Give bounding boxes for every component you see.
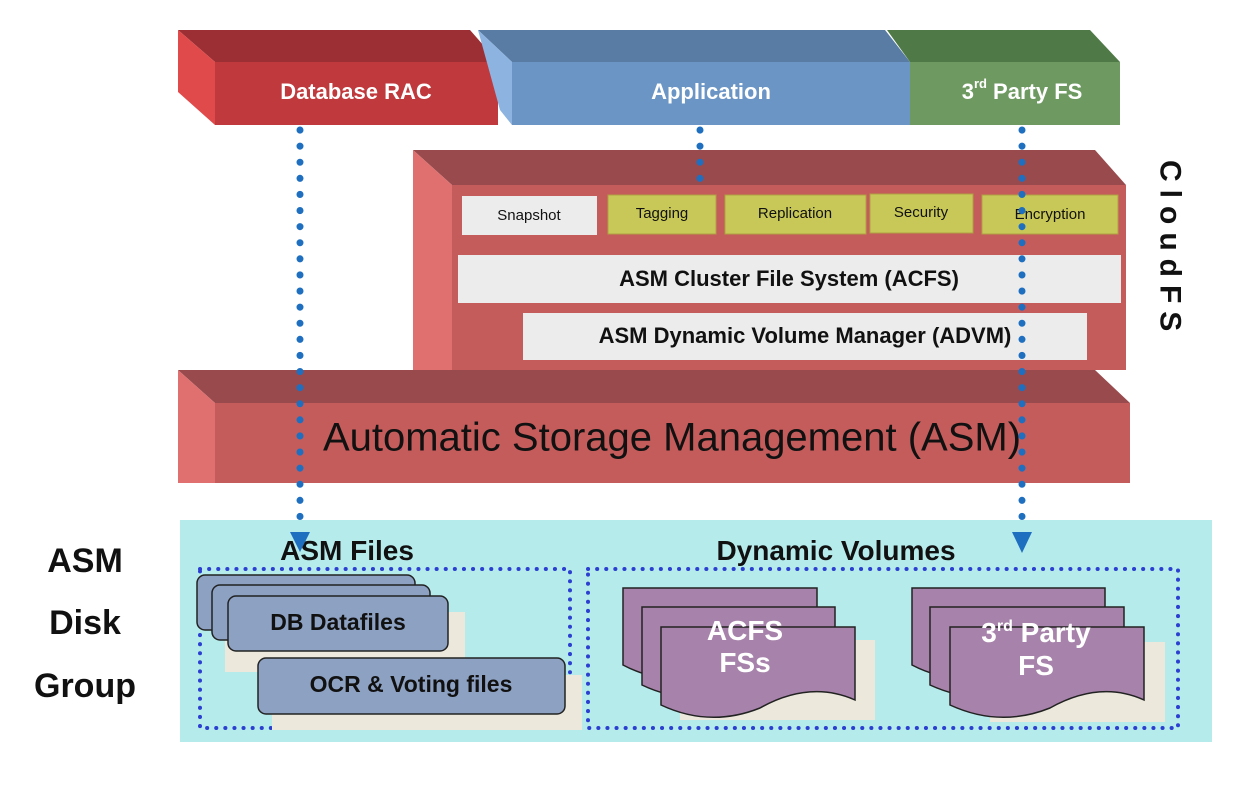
asm-block: Automatic Storage Management (ASM) [178,370,1130,483]
disk-group-label: ASM Disk Group [34,542,136,705]
advm-layer: ASM Dynamic Volume Manager (ADVM) [523,313,1087,360]
feature-snapshot: Snapshot [462,196,597,235]
application-label: Application [651,79,771,104]
asm-label: Automatic Storage Management (ASM) [323,416,1021,460]
svg-text:FSs: FSs [719,647,770,678]
cloudfs-label: CloudFS [1154,160,1187,339]
svg-text:OCR & Voting files: OCR & Voting files [310,671,513,697]
feature-security: Security [869,193,974,234]
svg-text:Replication: Replication [758,205,832,222]
oracle-asm-architecture-diagram: Database RAC Application 3rd Party FS Sn… [34,30,1212,742]
svg-text:ASM: ASM [47,542,123,580]
database-rac-block: Database RAC [178,30,498,125]
feature-tagging: Tagging [607,194,717,235]
svg-text:Tagging: Tagging [636,205,689,222]
svg-text:Security: Security [894,204,949,221]
svg-text:ASM Dynamic Volume Manager (AD: ASM Dynamic Volume Manager (ADVM) [599,323,1012,348]
svg-text:FS: FS [1018,650,1054,681]
svg-text:Disk: Disk [49,604,121,642]
svg-text:DB Datafiles: DB Datafiles [270,609,405,635]
database-rac-label: Database RAC [280,79,432,104]
dynamic-volumes-title: Dynamic Volumes [716,535,955,566]
feature-replication: Replication [724,194,867,235]
application-block: Application [478,30,910,125]
svg-text:Encryption: Encryption [1015,206,1086,223]
svg-text:ASM Cluster File System (ACFS: ASM Cluster File System (ACFS) [619,266,959,291]
svg-text:ACFS: ACFS [707,615,783,646]
svg-text:Snapshot: Snapshot [497,207,561,224]
third-party-fs-block: 3rd Party FS [887,30,1120,125]
feature-encryption: Encryption [981,194,1119,235]
svg-text:Group: Group [34,667,136,705]
